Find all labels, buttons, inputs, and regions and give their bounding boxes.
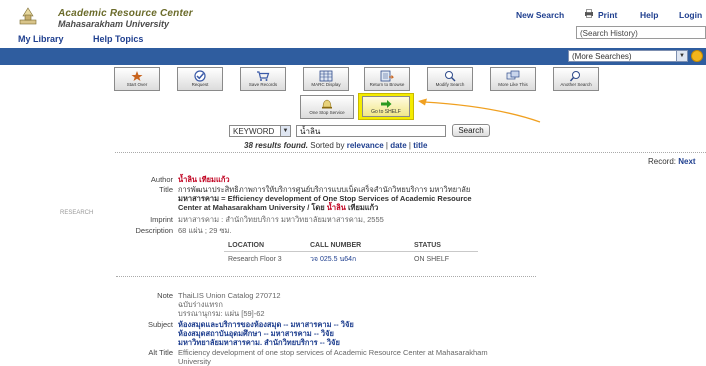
note-line: ThaiLIS Union Catalog 270712 xyxy=(178,291,281,300)
holding-status: ON SHELF xyxy=(414,256,450,263)
search-icon xyxy=(569,71,580,82)
sort-date-link[interactable]: date xyxy=(390,141,406,150)
request-button[interactable]: Request xyxy=(177,67,223,91)
author-value[interactable]: น้ำลิน เทียมแก้ว xyxy=(178,175,230,184)
sort-separator: | xyxy=(385,141,388,150)
alt-title-line-1: Efficiency development of one stop servi… xyxy=(178,348,488,357)
thumbnail-label: RESEARCH xyxy=(60,210,94,216)
record-nav: Record: Next xyxy=(648,157,696,166)
search-button[interactable]: Search xyxy=(452,124,490,137)
holdings-col-status: STATUS xyxy=(410,240,478,252)
title-label: Title xyxy=(159,185,173,194)
help-topics-link[interactable]: Help Topics xyxy=(93,34,143,44)
sort-separator: | xyxy=(408,141,411,150)
holdings-header: LOCATION CALL NUMBER STATUS xyxy=(224,240,478,252)
alt-title-label: Alt Title xyxy=(148,348,173,357)
table-row: Research Floor 3 วจ 025.5 น64ก ON SHELF xyxy=(224,252,478,268)
marc-display-label: MARC Display xyxy=(311,82,341,87)
note-line: ฉบับร่างแทรก xyxy=(178,300,223,309)
holdings-table: LOCATION CALL NUMBER STATUS Research Flo… xyxy=(224,240,478,267)
more-like-this-label: More Like This xyxy=(498,82,528,87)
chevron-down-icon: ▼ xyxy=(676,51,687,61)
description-label: Description xyxy=(135,226,173,235)
title-line-3: Center at Mahasarakham University / โดย … xyxy=(178,203,378,212)
site-subtitle: Mahasarakham University xyxy=(58,19,170,29)
subject-link[interactable]: ห้องสมุดสถาบันอุดมศึกษา -- มหาสารคาม -- … xyxy=(178,329,334,338)
search-type-select[interactable]: KEYWORD ▼ xyxy=(229,125,291,137)
request-label: Request xyxy=(191,82,209,87)
site-title: Academic Resource Center xyxy=(58,8,193,19)
search-history-select[interactable]: (Search History) xyxy=(576,26,706,39)
divider xyxy=(116,276,536,277)
go-to-shelf-label: Go to SHELF xyxy=(371,109,401,115)
subject-link[interactable]: ห้องสมุดและบริการของห้องสมุด -- มหาสารคา… xyxy=(178,320,354,329)
title-author-highlight: น้ำลิน xyxy=(326,203,346,212)
start-over-label: Start Over xyxy=(126,82,148,87)
another-search-button[interactable]: Another Search xyxy=(553,67,599,91)
list-icon xyxy=(380,70,394,82)
title-line-2: มหาสารคาม = Efficiency development of On… xyxy=(178,194,472,203)
return-to-browse-button[interactable]: Return to Browse xyxy=(364,67,410,91)
search-input[interactable]: น้ำลิน xyxy=(296,125,446,137)
sorted-by-label: Sorted by xyxy=(310,141,345,150)
holding-location: Research Floor 3 xyxy=(228,256,282,263)
start-over-button[interactable]: Start Over xyxy=(114,67,160,91)
one-stop-service-label: One Stop Service xyxy=(309,110,345,115)
holdings-col-callnumber: CALL NUMBER xyxy=(306,240,410,252)
note-line: บรรณานุกรม: แผ่น [59]-62 xyxy=(178,309,265,318)
author-label: Author xyxy=(150,175,173,184)
title-line-3-c: เทียมแก้ว xyxy=(347,203,379,212)
grid-icon xyxy=(319,70,333,82)
pointer-arrow xyxy=(414,96,544,126)
modify-search-label: Modify Search xyxy=(435,82,465,87)
results-count: 38 results found. xyxy=(244,141,309,150)
subject-label: Subject xyxy=(147,320,173,329)
sort-relevance-link[interactable]: relevance xyxy=(347,141,384,150)
arrow-icon xyxy=(381,100,392,108)
sort-title-link[interactable]: title xyxy=(413,141,427,150)
my-library-link[interactable]: My Library xyxy=(18,34,64,44)
login-link[interactable]: Login xyxy=(679,10,702,20)
holding-callnumber[interactable]: วจ 025.5 น64ก xyxy=(306,252,410,268)
results-summary: 38 results found. Sorted by relevance | … xyxy=(244,141,427,150)
title-line-3-a: Center at Mahasarakham University / โดย xyxy=(178,203,325,212)
bell-icon xyxy=(322,99,332,109)
more-like-this-button[interactable]: More Like This xyxy=(490,67,536,91)
go-button[interactable] xyxy=(691,50,703,62)
record-label: Record: xyxy=(648,157,677,166)
modify-search-button[interactable]: Modify Search xyxy=(427,67,473,91)
university-logo xyxy=(18,6,38,26)
marc-display-button[interactable]: MARC Display xyxy=(303,67,349,91)
star-icon xyxy=(131,71,143,81)
description-value: 68 แผ่น ; 29 ซม. xyxy=(178,226,232,235)
more-searches-select[interactable]: (More Searches) ▼ xyxy=(568,50,688,62)
divider xyxy=(115,152,706,153)
next-record-link[interactable]: Next xyxy=(678,157,695,166)
print-link[interactable]: Print xyxy=(598,10,617,20)
holdings-col-location: LOCATION xyxy=(224,240,306,252)
note-label: Note xyxy=(157,291,173,300)
imprint-label: Imprint xyxy=(150,215,173,224)
one-stop-service-button[interactable]: One Stop Service xyxy=(300,95,354,119)
return-to-browse-label: Return to Browse xyxy=(369,82,405,87)
help-link[interactable]: Help xyxy=(640,10,658,20)
more-searches-value: (More Searches) xyxy=(572,52,632,61)
checkmark-icon xyxy=(194,70,206,82)
imprint-value: มหาสารคาม : สำนักวิทยบริการ มหาวิทยาลัยม… xyxy=(178,215,384,224)
save-records-label: Save Records xyxy=(248,82,278,87)
another-search-label: Another Search xyxy=(560,82,592,87)
save-records-button[interactable]: Save Records xyxy=(240,67,286,91)
search-type-value: KEYWORD xyxy=(233,127,275,136)
stack-icon xyxy=(506,70,520,80)
title-line-1: การพัฒนาประสิทธิภาพการให้บริการศูนย์บริก… xyxy=(178,185,471,194)
print-icon[interactable] xyxy=(584,9,594,20)
magnifier-pencil-icon xyxy=(445,71,456,82)
subject-link[interactable]: มหาวิทยาลัยมหาสารคาม. สำนักวิทยบริการ --… xyxy=(178,338,340,347)
chevron-down-icon: ▼ xyxy=(280,126,290,136)
cart-icon xyxy=(257,71,270,81)
go-to-shelf-button[interactable]: Go to SHELF xyxy=(362,96,410,117)
new-search-link[interactable]: New Search xyxy=(516,10,564,20)
